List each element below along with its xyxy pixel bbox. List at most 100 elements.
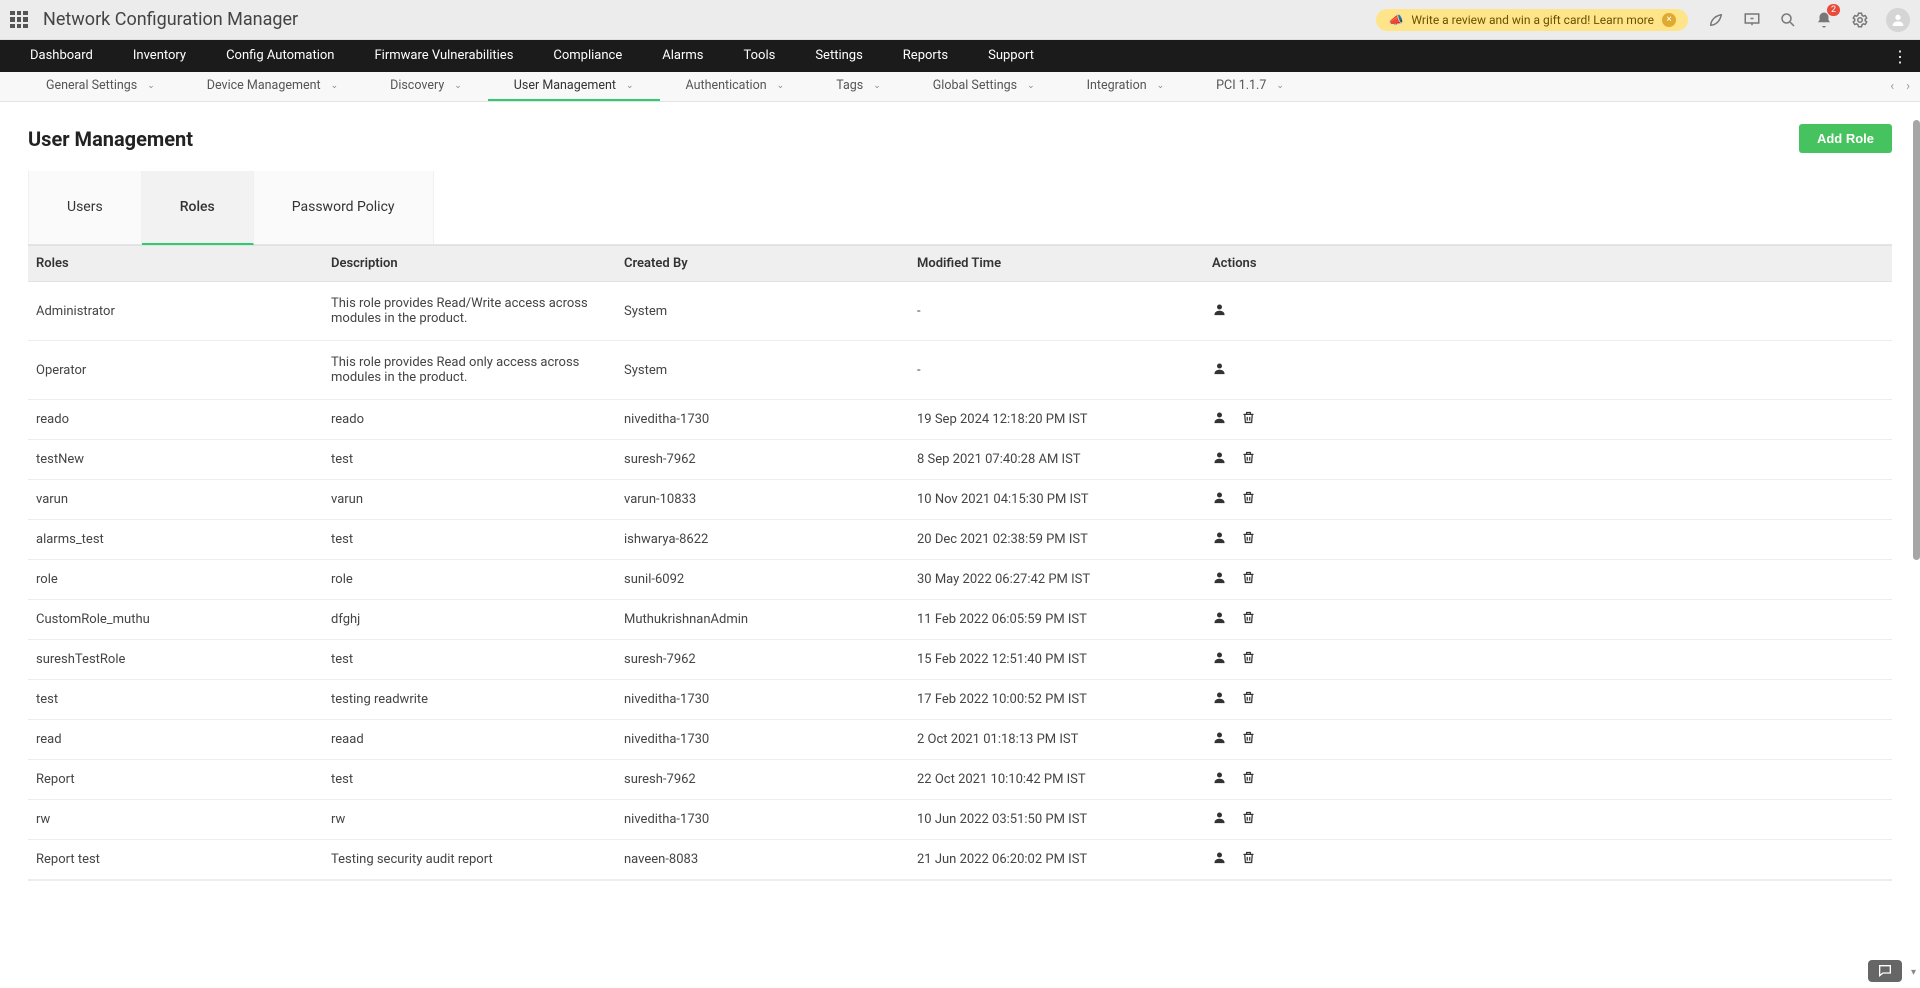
col-roles[interactable]: Roles xyxy=(28,246,323,281)
delete-icon[interactable] xyxy=(1241,730,1256,749)
cell-modified-time: - xyxy=(909,349,1204,392)
tab[interactable]: Users xyxy=(28,171,142,244)
delete-icon[interactable] xyxy=(1241,610,1256,629)
table-row[interactable]: Report testTesting security audit report… xyxy=(28,840,1892,880)
sub-nav-item[interactable]: Authentication⌄ xyxy=(660,72,811,101)
delete-icon[interactable] xyxy=(1241,410,1256,429)
assign-user-icon[interactable] xyxy=(1212,530,1227,549)
table-row[interactable]: readoreadoniveditha-173019 Sep 2024 12:1… xyxy=(28,400,1892,440)
sub-nav-label: Global Settings xyxy=(933,78,1017,93)
assign-user-icon[interactable] xyxy=(1212,850,1227,869)
table-row[interactable]: rwrwniveditha-173010 Jun 2022 03:51:50 P… xyxy=(28,800,1892,840)
sub-nav-item[interactable]: General Settings⌄ xyxy=(20,72,181,101)
assign-user-icon[interactable] xyxy=(1212,361,1227,380)
cell-description: rw xyxy=(323,802,616,837)
search-icon[interactable] xyxy=(1778,10,1798,30)
delete-icon[interactable] xyxy=(1241,530,1256,549)
assign-user-icon[interactable] xyxy=(1212,450,1227,469)
chat-caret-icon[interactable]: ▾ xyxy=(1911,967,1916,978)
table-row[interactable]: rolerolesunil-609230 May 2022 06:27:42 P… xyxy=(28,560,1892,600)
assign-user-icon[interactable] xyxy=(1212,770,1227,789)
assign-user-icon[interactable] xyxy=(1212,302,1227,321)
main-nav: DashboardInventoryConfig AutomationFirmw… xyxy=(0,40,1920,72)
assign-user-icon[interactable] xyxy=(1212,410,1227,429)
cell-modified-time: 17 Feb 2022 10:00:52 PM IST xyxy=(909,682,1204,717)
main-nav-item[interactable]: Inventory xyxy=(113,40,206,72)
tab[interactable]: Password Policy xyxy=(254,171,434,244)
table-row[interactable]: testtesting readwriteniveditha-173017 Fe… xyxy=(28,680,1892,720)
table-row[interactable]: sureshTestRoletestsuresh-796215 Feb 2022… xyxy=(28,640,1892,680)
table-row[interactable]: readreaadniveditha-17302 Oct 2021 01:18:… xyxy=(28,720,1892,760)
cell-modified-time: 19 Sep 2024 12:18:20 PM IST xyxy=(909,402,1204,437)
apps-grid-icon[interactable] xyxy=(10,11,28,29)
cell-created-by: niveditha-1730 xyxy=(616,722,909,757)
sub-nav-item[interactable]: Global Settings⌄ xyxy=(907,72,1061,101)
table-row[interactable]: OperatorThis role provides Read only acc… xyxy=(28,341,1892,400)
delete-icon[interactable] xyxy=(1241,490,1256,509)
rocket-icon[interactable] xyxy=(1706,10,1726,30)
assign-user-icon[interactable] xyxy=(1212,810,1227,829)
sub-nav-item[interactable]: Device Management⌄ xyxy=(181,72,364,101)
avatar[interactable] xyxy=(1886,8,1910,32)
chevron-right-icon[interactable]: › xyxy=(1906,79,1910,94)
delete-icon[interactable] xyxy=(1241,650,1256,669)
sub-nav-item[interactable]: Integration ⌄ xyxy=(1061,72,1191,101)
chevron-down-icon: ⌄ xyxy=(1157,81,1165,91)
delete-icon[interactable] xyxy=(1241,450,1256,469)
delete-icon[interactable] xyxy=(1241,850,1256,869)
delete-icon[interactable] xyxy=(1241,570,1256,589)
presentation-icon[interactable] xyxy=(1742,10,1762,30)
assign-user-icon[interactable] xyxy=(1212,690,1227,709)
sub-nav-item[interactable]: Discovery⌄ xyxy=(364,72,488,101)
assign-user-icon[interactable] xyxy=(1212,490,1227,509)
delete-icon[interactable] xyxy=(1241,770,1256,789)
main-nav-item[interactable]: Config Automation xyxy=(206,40,354,72)
sub-nav-item[interactable]: User Management⌄ xyxy=(488,72,660,101)
promo-banner[interactable]: 📣 Write a review and win a gift card! Le… xyxy=(1376,9,1688,31)
col-modified-time[interactable]: Modified Time xyxy=(909,246,1204,281)
add-role-button[interactable]: Add Role xyxy=(1799,124,1892,153)
col-created-by[interactable]: Created By xyxy=(616,246,909,281)
cell-role: varun xyxy=(28,482,323,517)
assign-user-icon[interactable] xyxy=(1212,650,1227,669)
table-row[interactable]: varunvarunvarun-1083310 Nov 2021 04:15:3… xyxy=(28,480,1892,520)
delete-icon[interactable] xyxy=(1241,810,1256,829)
scrollbar[interactable] xyxy=(1913,120,1920,560)
table-row[interactable]: alarms_testtestishwarya-862220 Dec 2021 … xyxy=(28,520,1892,560)
main-nav-item[interactable]: Alarms xyxy=(642,40,723,72)
sub-nav-item[interactable]: Tags⌄ xyxy=(810,72,907,101)
kebab-icon[interactable]: ⋮ xyxy=(1880,47,1920,66)
table-row[interactable]: testNewtestsuresh-79628 Sep 2021 07:40:2… xyxy=(28,440,1892,480)
gear-icon[interactable] xyxy=(1850,10,1870,30)
cell-description: dfghj xyxy=(323,602,616,637)
main-nav-item[interactable]: Support xyxy=(968,40,1054,72)
page-title: User Management xyxy=(28,127,193,151)
table-row[interactable]: AdministratorThis role provides Read/Wri… xyxy=(28,282,1892,341)
main-nav-item[interactable]: Dashboard xyxy=(10,40,113,72)
assign-user-icon[interactable] xyxy=(1212,570,1227,589)
cell-description: This role provides Read only access acro… xyxy=(323,341,616,399)
cell-created-by: suresh-7962 xyxy=(616,442,909,477)
sub-nav-item[interactable]: PCI 1.1.7⌄ xyxy=(1190,72,1310,101)
sub-nav-label: Integration xyxy=(1087,78,1147,93)
table-row[interactable]: Reporttestsuresh-796222 Oct 2021 10:10:4… xyxy=(28,760,1892,800)
col-description[interactable]: Description xyxy=(323,246,616,281)
cell-actions xyxy=(1204,760,1404,799)
chat-widget[interactable] xyxy=(1868,960,1902,982)
main-nav-item[interactable]: Settings xyxy=(795,40,882,72)
cell-actions xyxy=(1204,288,1404,335)
sub-nav-arrows: ‹› xyxy=(1890,72,1910,101)
tab[interactable]: Roles xyxy=(142,171,254,245)
table-row[interactable]: CustomRole_muthudfghjMuthukrishnanAdmin1… xyxy=(28,600,1892,640)
bell-icon[interactable]: 2 xyxy=(1814,10,1834,30)
main-nav-item[interactable]: Compliance xyxy=(533,40,642,72)
close-icon[interactable]: × xyxy=(1662,13,1676,27)
main-nav-item[interactable]: Firmware Vulnerabilities xyxy=(354,40,533,72)
main-nav-item[interactable]: Reports xyxy=(883,40,968,72)
chevron-left-icon[interactable]: ‹ xyxy=(1890,79,1894,94)
main-nav-item[interactable]: Tools xyxy=(724,40,796,72)
assign-user-icon[interactable] xyxy=(1212,610,1227,629)
sub-nav-label: Tags xyxy=(836,78,863,93)
delete-icon[interactable] xyxy=(1241,690,1256,709)
assign-user-icon[interactable] xyxy=(1212,730,1227,749)
